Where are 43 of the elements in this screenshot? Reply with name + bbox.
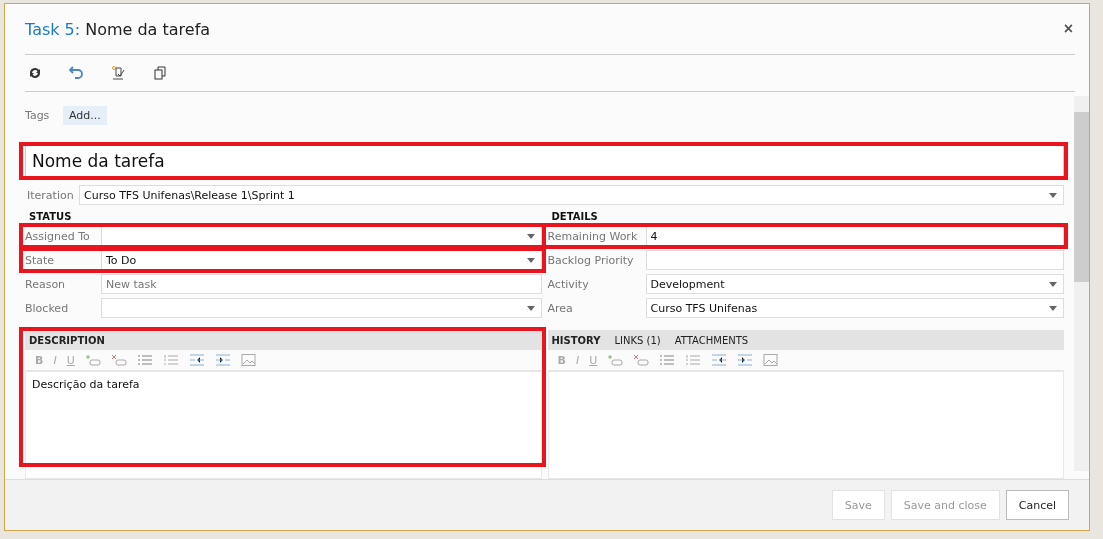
dropdown-field[interactable] — [101, 226, 542, 246]
window-title: Task 5: Nome da tarefa — [25, 19, 211, 39]
rich-text-editor[interactable]: Descrição da tarefa — [25, 371, 542, 479]
dropdown-caret-icon[interactable] — [526, 233, 535, 239]
copy-icon-button[interactable] — [153, 65, 169, 81]
dropdown-caret-icon[interactable] — [1049, 281, 1057, 287]
title-field[interactable]: Nome da tarefa — [25, 145, 1064, 177]
field-label: Reason — [25, 277, 67, 291]
field-label: Backlog Priority — [547, 253, 635, 267]
dropdown-field[interactable]: Curso TFS Unifenas — [645, 298, 1064, 318]
close-button[interactable]: × — [1061, 20, 1075, 38]
editor-tab[interactable]: ATTACHMENTS — [674, 334, 749, 346]
field-label: Remaining Work — [547, 229, 639, 243]
field-label: Iteration — [26, 188, 75, 202]
dropdown-field[interactable]: Curso TFS Unifenas\Release 1\Sprint 1 — [79, 185, 1064, 205]
field-label: Activity — [547, 277, 590, 291]
dropdown-caret-icon[interactable] — [526, 305, 535, 311]
dialog-button[interactable]: Cancel — [1005, 490, 1069, 520]
dropdown-field[interactable] — [101, 298, 542, 318]
dropdown-field[interactable]: Development — [645, 274, 1064, 294]
dropdown-caret-icon[interactable] — [1049, 305, 1057, 311]
add-tag-button[interactable]: Add... — [63, 106, 107, 125]
editor-tab[interactable]: LINKS (1) — [614, 334, 661, 346]
field-label: Assigned To — [25, 229, 91, 243]
rich-text-editor[interactable] — [547, 371, 1064, 479]
readonly-field[interactable]: New task — [101, 274, 542, 294]
undo-icon-button[interactable] — [69, 65, 85, 81]
field-label: Blocked — [25, 301, 70, 315]
scrollbar[interactable] — [1074, 96, 1089, 471]
dropdown-caret-icon[interactable] — [1049, 192, 1057, 198]
editor-tab[interactable]: HISTORY — [551, 334, 601, 346]
input-field[interactable]: 4 — [645, 226, 1064, 246]
dropdown-caret-icon[interactable] — [526, 257, 535, 263]
section-heading: STATUS — [29, 211, 73, 222]
field-label: State — [25, 253, 56, 267]
dropdown-field[interactable]: To Do — [101, 250, 542, 270]
editor-tab[interactable]: DESCRIPTION — [29, 334, 105, 346]
section-heading: DETAILS — [551, 211, 599, 222]
input-field[interactable] — [645, 250, 1064, 270]
refresh-icon-button[interactable] — [27, 65, 43, 81]
checklist-icon-button[interactable] — [111, 65, 127, 81]
tags-label: Tags — [25, 109, 51, 122]
field-label: Area — [547, 301, 574, 315]
